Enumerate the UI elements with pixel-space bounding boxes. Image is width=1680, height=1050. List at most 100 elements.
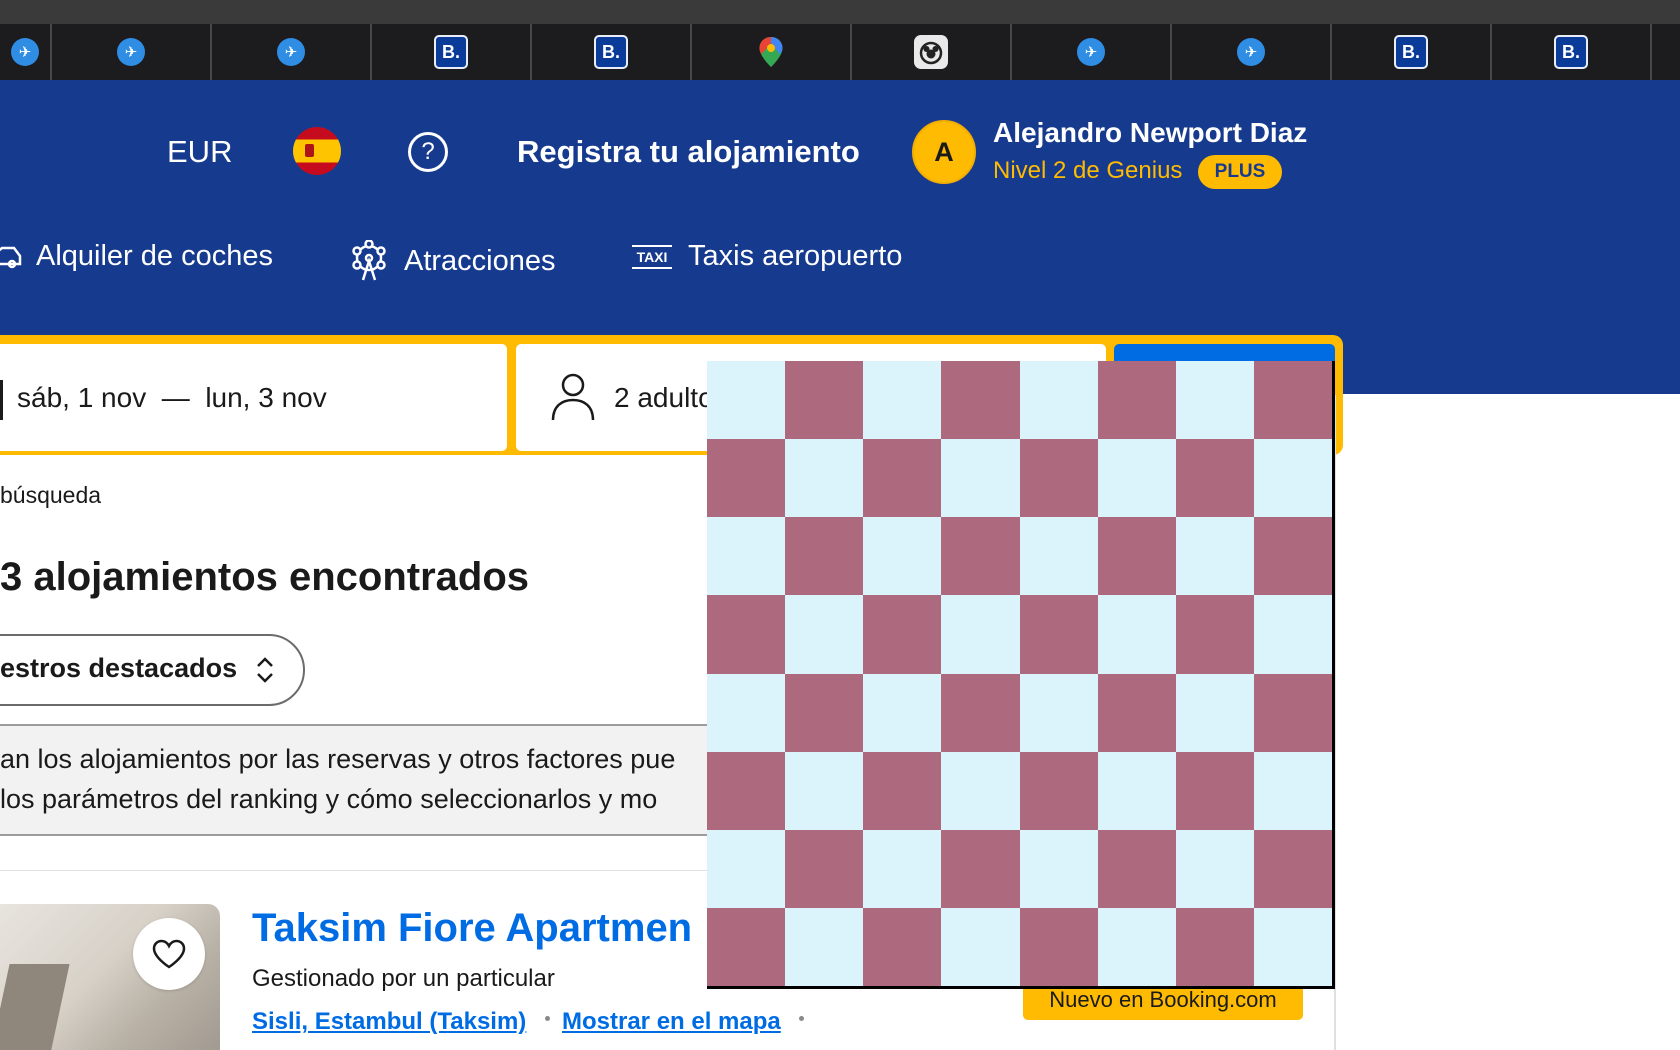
spain-flag-icon[interactable] xyxy=(293,127,341,175)
checker-cell xyxy=(707,361,786,440)
heart-icon xyxy=(152,939,186,969)
user-name[interactable]: Alejandro Newport Diaz xyxy=(993,117,1307,149)
checker-cell xyxy=(785,439,864,518)
plus-badge-label: PLUS xyxy=(1214,161,1266,182)
avatar[interactable]: A xyxy=(912,120,976,184)
checker-cell xyxy=(1097,439,1176,518)
genius-level: Nivel 2 de Genius xyxy=(993,157,1183,184)
checker-cell xyxy=(941,595,1020,674)
checker-cell xyxy=(785,517,864,596)
currency-selector[interactable]: EUR xyxy=(167,134,232,170)
sort-chevrons-icon xyxy=(257,657,273,683)
checker-cell xyxy=(863,439,942,518)
calendar-icon xyxy=(0,380,3,420)
checkerboard-overlay xyxy=(707,361,1335,989)
plus-badge: PLUS xyxy=(1198,155,1282,189)
ferris-wheel-icon xyxy=(352,240,386,281)
checker-cell xyxy=(1019,829,1098,908)
browser-tab[interactable]: B. xyxy=(1492,24,1652,80)
nav-attractions[interactable]: Atracciones xyxy=(350,240,556,282)
browser-title-strip xyxy=(0,0,1680,24)
nav-attractions-label: Atracciones xyxy=(404,244,556,277)
checker-cell xyxy=(785,361,864,440)
checker-cell xyxy=(1175,751,1254,830)
checker-cell xyxy=(941,361,1020,440)
breadcrumb[interactable]: búsqueda xyxy=(0,482,101,509)
checker-cell xyxy=(1019,673,1098,752)
browser-tab[interactable]: ✈ xyxy=(52,24,212,80)
browser-tab[interactable] xyxy=(852,24,1012,80)
ranking-notice-line: an los alojamientos por las reservas y o… xyxy=(0,744,676,774)
browser-tab[interactable]: ✈ xyxy=(1172,24,1332,80)
plane-icon: ✈ xyxy=(1077,38,1105,66)
taxi-icon: TAXI xyxy=(632,244,672,269)
checker-cell xyxy=(941,829,1020,908)
results-count-heading: 3 alojamientos encontrados xyxy=(0,555,530,599)
show-on-map-link[interactable]: Mostrar en el mapa xyxy=(562,1008,781,1036)
booking-icon: B. xyxy=(1394,35,1428,69)
register-property-link[interactable]: Registra tu alojamiento xyxy=(517,134,860,170)
checker-cell xyxy=(1097,361,1176,440)
browser-tab-bar: ✈ ✈ ✈ B. B. ✈ ✈ B. B. xyxy=(0,24,1680,80)
save-favorite-button[interactable] xyxy=(133,918,205,990)
checker-cell xyxy=(1175,829,1254,908)
checker-cell xyxy=(1253,673,1332,752)
checker-cell xyxy=(707,439,786,518)
checker-cell xyxy=(1097,751,1176,830)
checker-cell xyxy=(1019,439,1098,518)
checker-cell xyxy=(1019,907,1098,986)
checker-cell xyxy=(863,361,942,440)
checker-cell xyxy=(707,829,786,908)
separator-dot xyxy=(545,1016,550,1021)
nav-car-rental-label: Alquiler de coches xyxy=(36,240,273,272)
browser-tab[interactable]: ✈ xyxy=(1012,24,1172,80)
booking-icon: B. xyxy=(1554,35,1588,69)
checker-cell xyxy=(941,907,1020,986)
checker-cell xyxy=(941,673,1020,752)
checker-cell xyxy=(941,751,1020,830)
property-managed-by: Gestionado por un particular xyxy=(252,965,555,992)
checker-cell xyxy=(785,673,864,752)
guests-value[interactable]: 2 adulto xyxy=(614,382,714,414)
checker-cell xyxy=(1175,595,1254,674)
ranking-notice xyxy=(0,724,720,836)
browser-tab[interactable]: B. xyxy=(1332,24,1492,80)
checker-cell xyxy=(863,751,942,830)
property-location-link[interactable]: Sisli, Estambul (Taksim) xyxy=(252,1008,526,1036)
browser-tab[interactable]: B. xyxy=(372,24,532,80)
checker-cell xyxy=(941,517,1020,596)
plane-icon: ✈ xyxy=(117,38,145,66)
browser-tab[interactable]: ✈ xyxy=(0,24,52,80)
nav-airport-taxis-label: Taxis aeropuerto xyxy=(688,240,903,272)
checker-cell xyxy=(1253,829,1332,908)
app-root: ✈ ✈ ✈ B. B. ✈ ✈ B. B. EUR ? Registra tu … xyxy=(0,0,1680,1050)
checker-cell xyxy=(1253,751,1332,830)
mickey-icon xyxy=(914,35,948,69)
checker-cell xyxy=(707,907,786,986)
nav-airport-taxis[interactable]: TAXI Taxis aeropuerto xyxy=(632,240,902,273)
checker-cell xyxy=(1019,361,1098,440)
checker-cell xyxy=(863,595,942,674)
sort-dropdown-label[interactable]: estros destacados xyxy=(0,653,237,684)
checker-cell xyxy=(1253,517,1332,596)
plane-icon: ✈ xyxy=(277,38,305,66)
browser-tab[interactable]: ✈ xyxy=(212,24,372,80)
date-range-value[interactable]: sáb, 1 nov — lun, 3 nov xyxy=(17,382,327,414)
checker-cell xyxy=(1019,751,1098,830)
checker-cell xyxy=(1097,517,1176,596)
browser-tab[interactable]: B. xyxy=(532,24,692,80)
checker-cell xyxy=(863,517,942,596)
checker-cell xyxy=(863,673,942,752)
browser-tab[interactable] xyxy=(692,24,852,80)
checker-cell xyxy=(1019,517,1098,596)
checker-cell xyxy=(1175,907,1254,986)
nav-car-rental[interactable]: Alquiler de coches xyxy=(0,240,273,273)
help-icon[interactable]: ? xyxy=(408,132,448,172)
checker-cell xyxy=(785,907,864,986)
booking-icon: B. xyxy=(594,35,628,69)
property-title-link[interactable]: Taksim Fiore Apartmen xyxy=(252,906,692,951)
person-icon xyxy=(551,373,595,421)
checker-cell xyxy=(1253,361,1332,440)
checker-cell xyxy=(1175,673,1254,752)
google-maps-icon xyxy=(759,37,783,67)
